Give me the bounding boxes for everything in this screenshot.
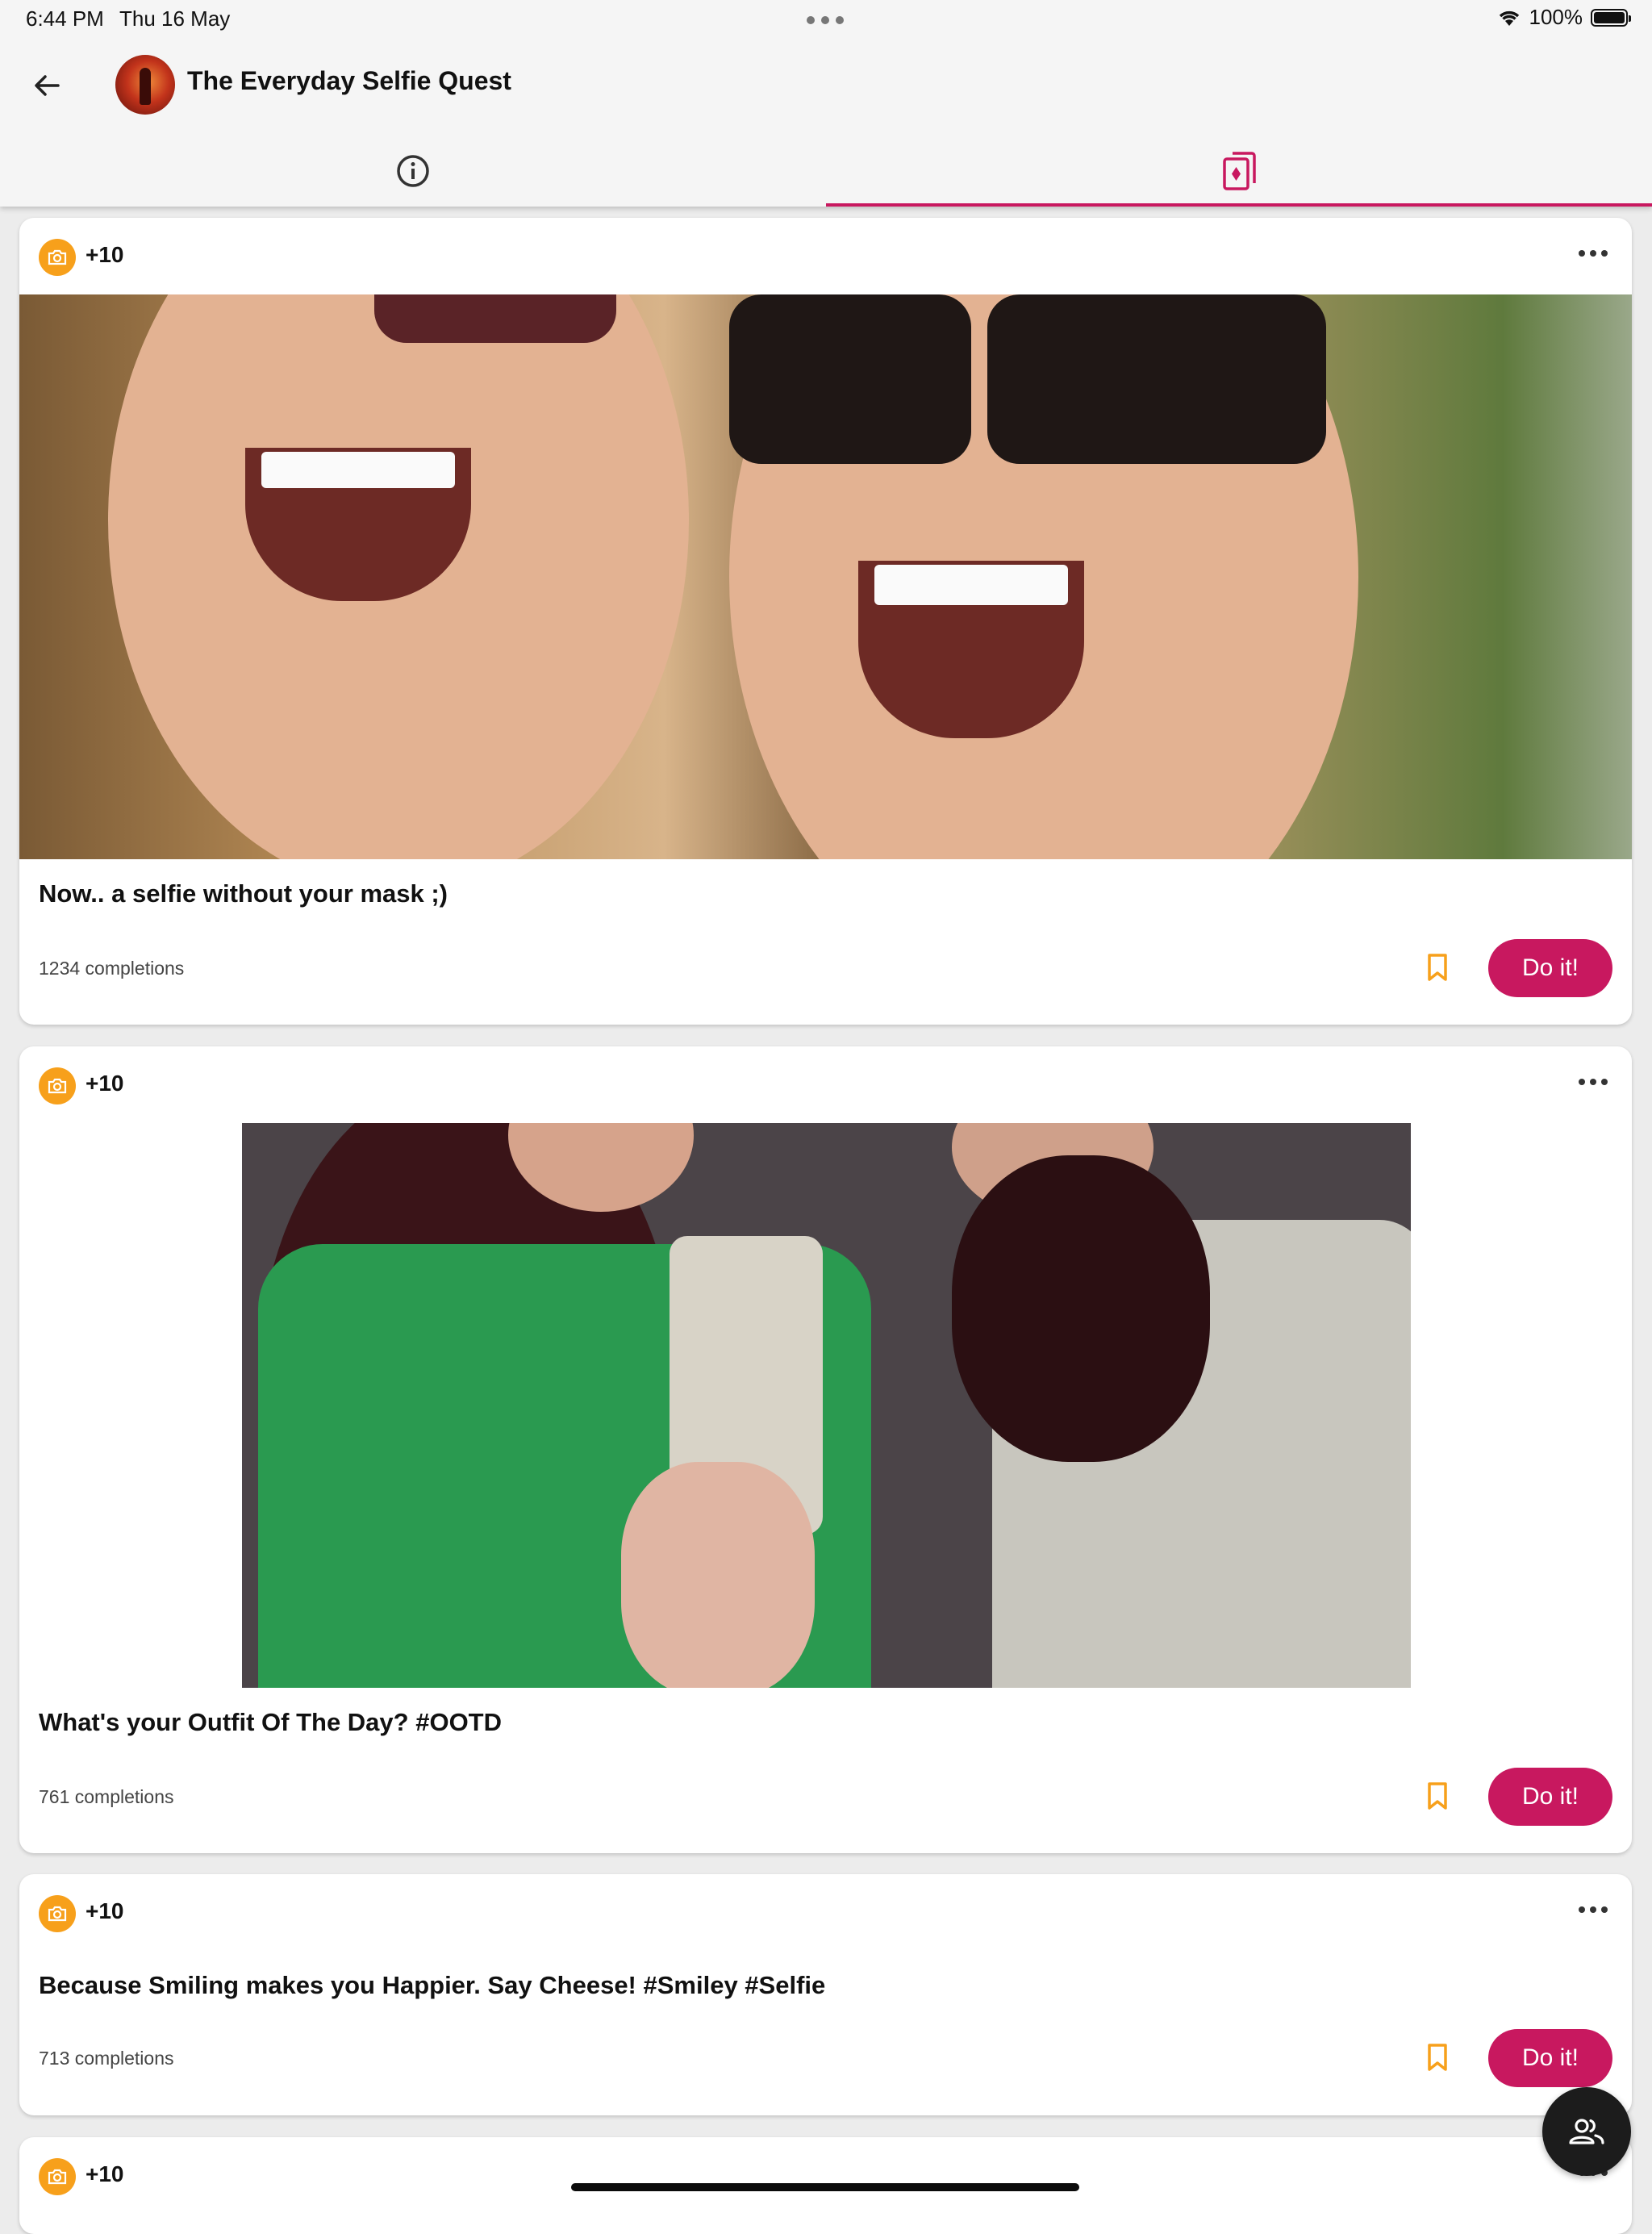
multitasking-dots-icon[interactable] [807,16,844,24]
status-right: 100% [1497,5,1631,30]
top-bar: 6:44 PM Thu 16 May 100% The Everyday Sel… [0,0,1652,207]
do-it-button[interactable]: Do it! [1488,1768,1612,1826]
page-title: The Everyday Selfie Quest [187,66,511,95]
challenge-photo [19,294,1632,859]
status-time: 6:44 PM [26,6,104,31]
challenge-card[interactable]: +10 Because Smiling makes you Happier. S… [19,1874,1632,2115]
bookmark-icon[interactable] [1421,2041,1454,2073]
quest-avatar [115,55,175,115]
challenge-title: What's your Outfit Of The Day? #OOTD [39,1708,502,1736]
camera-icon [39,2158,76,2195]
wifi-icon [1499,10,1519,26]
status-bar: 6:44 PM Thu 16 May 100% [0,0,1652,39]
challenge-card[interactable]: +10 What's your Outfit Of The Day? #OOTD… [19,1046,1632,1853]
camera-icon [39,1067,76,1104]
bookmark-icon[interactable] [1421,951,1454,983]
challenge-cards-icon [1223,152,1256,190]
challenge-title: Because Smiling makes you Happier. Say C… [39,1971,826,1999]
tab-challenges[interactable] [826,136,1652,207]
info-icon [397,155,429,187]
app-header: The Everyday Selfie Quest [0,48,1652,121]
points-label: +10 [86,242,124,267]
points-label: +10 [86,1898,124,1923]
more-options-icon[interactable] [1579,250,1608,257]
challenge-photo [242,1123,1411,1688]
back-arrow-icon[interactable] [24,63,69,108]
completions-count: 761 completions [39,1786,174,1807]
tab-info[interactable] [0,136,826,207]
camera-icon [39,1895,76,1932]
completions-count: 1234 completions [39,958,185,979]
points-label: +10 [86,1071,124,1096]
people-icon [1569,2119,1604,2144]
do-it-button[interactable]: Do it! [1488,2029,1612,2087]
community-fab-button[interactable] [1542,2087,1631,2176]
challenge-title: Now.. a selfie without your mask ;) [39,879,448,908]
more-options-icon[interactable] [1579,1906,1608,1913]
challenge-card[interactable]: +10 Now.. a selfie without your mask ;) … [19,218,1632,1025]
camera-icon [39,239,76,276]
points-label: +10 [86,2161,124,2186]
more-options-icon[interactable] [1579,1079,1608,1085]
status-date: Thu 16 May [119,6,231,31]
completions-count: 713 completions [39,2048,174,2069]
battery-icon [1591,8,1631,27]
battery-percent: 100% [1529,5,1583,29]
home-indicator[interactable] [571,2183,1079,2191]
bookmark-icon[interactable] [1421,1780,1454,1812]
tab-bar [0,136,1652,207]
active-tab-indicator [826,203,1652,207]
do-it-button[interactable]: Do it! [1488,939,1612,997]
